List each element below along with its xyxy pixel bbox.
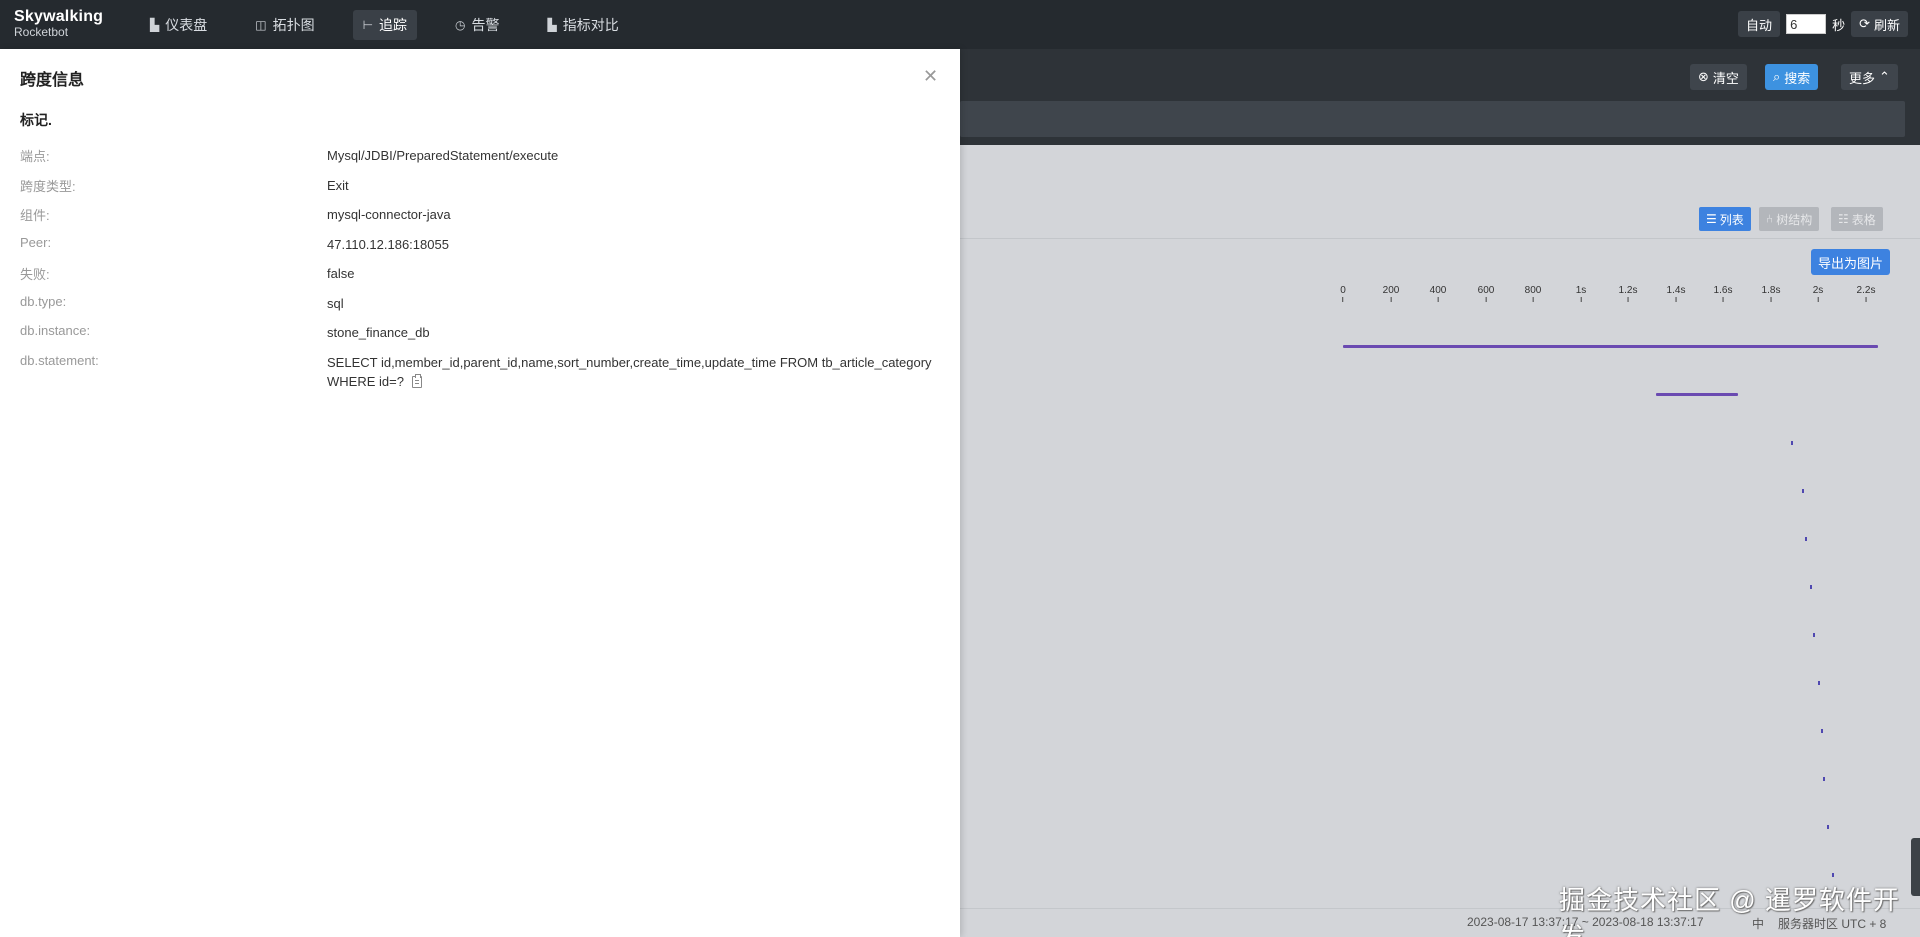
axis-tick: 0 xyxy=(1340,285,1346,302)
field-value: sql xyxy=(327,296,344,311)
close-icon[interactable]: ✕ xyxy=(923,67,938,85)
nav-item-compare[interactable]: ▙ 指标对比 xyxy=(538,10,629,40)
interval-unit: 秒 xyxy=(1832,17,1846,33)
field-key: 失败: xyxy=(20,267,50,282)
tree-view-button[interactable]: ⑃ 树结构 xyxy=(1759,207,1820,231)
chevron-up-icon: ⌃ xyxy=(1879,69,1890,84)
table-icon: ☷ xyxy=(1838,212,1849,226)
refresh-interval-input[interactable] xyxy=(1786,14,1827,34)
field-key: Peer: xyxy=(20,235,52,250)
refresh-button[interactable]: ⟳ 刷新 xyxy=(1851,11,1908,37)
axis-tick: 2.2s xyxy=(1857,285,1876,302)
axis-tick: 1.6s xyxy=(1714,285,1733,302)
axis-tick: 400 xyxy=(1430,285,1447,302)
span-bar[interactable] xyxy=(1832,873,1834,877)
nav-label: 指标对比 xyxy=(562,17,619,33)
logo-subtitle: Rocketbot xyxy=(14,25,69,39)
list-view-label: 列表 xyxy=(1719,212,1744,227)
dashboard-icon: ▙ xyxy=(150,18,160,32)
field-key: db.type: xyxy=(20,294,67,309)
search-label: 搜索 xyxy=(1784,70,1811,86)
field-value: Mysql/JDBI/PreparedStatement/execute xyxy=(327,148,559,163)
clear-icon: ⊗ xyxy=(1698,69,1709,84)
field-key: 组件: xyxy=(20,208,50,223)
field-value: mysql-connector-java xyxy=(327,207,451,222)
field-value: false xyxy=(327,266,355,281)
span-bar[interactable] xyxy=(1802,489,1804,493)
span-bar[interactable] xyxy=(1805,537,1807,541)
main-nav: ▙ 仪表盘 ◫ 拓扑图 ⊢ 追踪 ◷ 告警 ▙ 指标对比 xyxy=(140,10,651,40)
span-bar[interactable] xyxy=(1791,441,1793,445)
axis-tick: 800 xyxy=(1525,285,1542,302)
axis-tick: 1s xyxy=(1576,285,1587,302)
nav-label: 追踪 xyxy=(379,17,408,33)
refresh-label: 刷新 xyxy=(1873,17,1900,33)
axis-tick: 2s xyxy=(1813,285,1824,302)
tree-view-label: 树结构 xyxy=(1776,212,1813,227)
refresh-icon: ⟳ xyxy=(1859,16,1870,31)
span-bar[interactable] xyxy=(1821,729,1823,733)
logo-title: Skywalking xyxy=(14,8,104,25)
alarm-icon: ◷ xyxy=(455,18,466,32)
span-bar[interactable] xyxy=(1656,393,1738,396)
clear-button[interactable]: ⊗ 清空 xyxy=(1690,64,1747,90)
span-bar[interactable] xyxy=(1810,585,1812,589)
field-key: 端点: xyxy=(20,149,50,164)
span-bar[interactable] xyxy=(1818,681,1820,685)
axis-tick: 1.8s xyxy=(1762,285,1781,302)
side-widget[interactable] xyxy=(1911,838,1920,896)
more-button[interactable]: 更多 ⌃ xyxy=(1841,64,1898,90)
field-key: db.statement: xyxy=(20,353,99,368)
watermark: 掘金技术社区 @ 暹罗软件开发 xyxy=(1559,885,1900,937)
nav-label: 仪表盘 xyxy=(165,17,208,33)
table-view-label: 表格 xyxy=(1851,212,1876,227)
nav-label: 拓扑图 xyxy=(272,17,315,33)
list-icon: ☰ xyxy=(1706,212,1717,226)
field-value: 47.110.12.186:18055 xyxy=(327,237,449,252)
nav-item-trace[interactable]: ⊢ 追踪 xyxy=(352,10,418,40)
copy-icon[interactable] xyxy=(411,374,422,388)
tags-section-label: 标记. xyxy=(20,112,52,128)
nav-label: 告警 xyxy=(471,17,500,33)
axis-tick: 200 xyxy=(1383,285,1400,302)
span-bar[interactable] xyxy=(1343,345,1878,348)
more-label: 更多 xyxy=(1849,70,1876,86)
axis-tick: 1.2s xyxy=(1619,285,1638,302)
divider xyxy=(960,238,1920,239)
auto-refresh-button[interactable]: 自动 xyxy=(1738,11,1781,37)
tree-icon: ⑃ xyxy=(1766,212,1774,226)
clear-label: 清空 xyxy=(1712,70,1739,86)
span-bar[interactable] xyxy=(1823,777,1825,781)
search-button[interactable]: ⌕ 搜索 xyxy=(1765,64,1819,90)
drawer-title: 跨度信息 xyxy=(20,72,85,89)
trace-icon: ⊢ xyxy=(362,18,374,32)
span-info-drawer: 跨度信息 ✕ 标记. 端点: Mysql/JDBI/PreparedStatem… xyxy=(0,49,960,937)
span-bar[interactable] xyxy=(1827,825,1829,829)
export-image-button[interactable]: 导出为图片 xyxy=(1811,249,1891,275)
field-key: 跨度类型: xyxy=(20,179,76,194)
logo: Skywalking Rocketbot xyxy=(14,8,103,39)
axis-tick: 600 xyxy=(1478,285,1495,302)
span-bar[interactable] xyxy=(1813,633,1815,637)
field-value-statement: SELECT id,member_id,parent_id,name,sort_… xyxy=(327,353,942,391)
field-value: Exit xyxy=(327,178,349,193)
nav-item-dashboard[interactable]: ▙ 仪表盘 xyxy=(140,10,217,40)
nav-item-topology[interactable]: ◫ 拓扑图 xyxy=(245,10,324,40)
toolbar-right: 自动 秒 ⟳ 刷新 xyxy=(1738,11,1908,37)
field-key: db.instance: xyxy=(20,323,91,338)
field-value: stone_finance_db xyxy=(327,325,430,340)
nav-item-alarm[interactable]: ◷ 告警 xyxy=(445,10,509,40)
list-view-button[interactable]: ☰ 列表 xyxy=(1699,207,1751,231)
search-icon: ⌕ xyxy=(1773,69,1781,84)
top-nav-bar: Skywalking Rocketbot ▙ 仪表盘 ◫ 拓扑图 ⊢ 追踪 ◷ … xyxy=(0,0,1920,49)
axis-tick: 1.4s xyxy=(1667,285,1686,302)
table-view-button[interactable]: ☷ 表格 xyxy=(1831,207,1883,231)
topology-icon: ◫ xyxy=(255,18,267,32)
filter-row xyxy=(960,101,1905,137)
compare-icon: ▙ xyxy=(547,18,557,32)
